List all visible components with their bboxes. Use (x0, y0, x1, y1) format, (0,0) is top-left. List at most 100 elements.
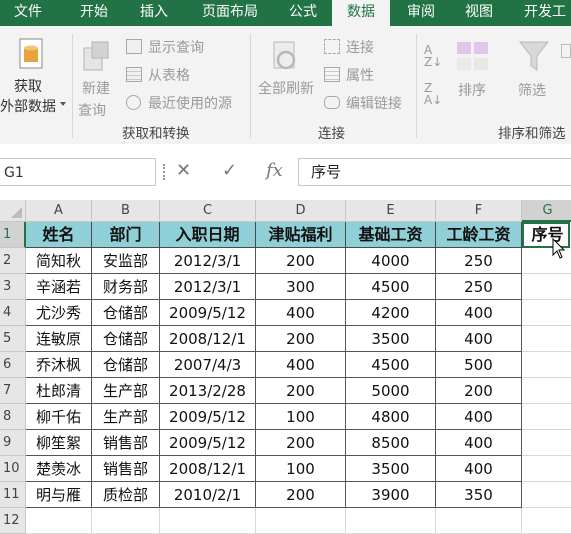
table-cell-name[interactable]: 杜郎清 (26, 378, 92, 404)
filter-button[interactable]: 筛选 (510, 30, 560, 120)
table-cell-serial[interactable] (522, 326, 571, 352)
table-cell-name[interactable]: 楚羡冰 (26, 456, 92, 482)
row-header-11[interactable]: 11 (0, 482, 26, 508)
from-table-button[interactable]: 从表格 (126, 65, 226, 85)
table-cell-base-salary[interactable]: 4000 (346, 248, 436, 274)
table-cell-serial[interactable] (522, 404, 571, 430)
table-cell-allowance[interactable]: 400 (256, 300, 346, 326)
table-cell-partial[interactable] (436, 508, 522, 534)
select-all-corner[interactable] (0, 200, 26, 222)
edit-links-button[interactable]: 编辑链接 (324, 93, 414, 113)
row-header-12[interactable]: 12 (0, 508, 26, 534)
table-cell-dept[interactable]: 财务部 (92, 274, 160, 300)
table-cell-name[interactable]: 辛涵若 (26, 274, 92, 300)
tab-view[interactable]: 视图 (452, 0, 506, 26)
table-cell-hire-date[interactable]: 2007/4/3 (160, 352, 256, 378)
tab-developer[interactable]: 开发工 (512, 0, 571, 26)
table-cell-base-salary[interactable]: 8500 (346, 430, 436, 456)
table-cell-dept[interactable]: 质检部 (92, 482, 160, 508)
column-header-e[interactable]: E (346, 200, 436, 222)
table-cell-seniority-pay[interactable]: 400 (436, 300, 522, 326)
table-cell-name[interactable]: 连敏原 (26, 326, 92, 352)
table-cell-partial[interactable] (26, 508, 92, 534)
header-cell-base-salary[interactable]: 基础工资 (346, 222, 436, 248)
tab-file[interactable]: 文件 (0, 0, 56, 26)
table-cell-seniority-pay[interactable]: 250 (436, 248, 522, 274)
table-cell-partial[interactable] (160, 508, 256, 534)
column-header-g[interactable]: G (522, 200, 571, 222)
refresh-all-button[interactable]: 全部刷新 (254, 30, 320, 120)
cancel-icon[interactable]: ✕ (176, 160, 191, 181)
column-header-f[interactable]: F (436, 200, 522, 222)
table-cell-hire-date[interactable]: 2009/5/12 (160, 404, 256, 430)
tab-insert[interactable]: 插入 (126, 0, 182, 26)
get-external-data-button[interactable]: 获取 外部数据 (0, 30, 70, 120)
column-header-b[interactable]: B (92, 200, 160, 222)
table-cell-allowance[interactable]: 100 (256, 456, 346, 482)
row-header-5[interactable]: 5 (0, 326, 26, 352)
enter-icon[interactable]: ✓ (222, 160, 237, 181)
table-cell-base-salary[interactable]: 4200 (346, 300, 436, 326)
table-cell-allowance[interactable]: 100 (256, 404, 346, 430)
table-cell-serial[interactable] (522, 430, 571, 456)
table-cell-hire-date[interactable]: 2012/3/1 (160, 274, 256, 300)
row-header-9[interactable]: 9 (0, 430, 26, 456)
table-cell-seniority-pay[interactable]: 200 (436, 378, 522, 404)
header-cell-hire-date[interactable]: 入职日期 (160, 222, 256, 248)
table-cell-seniority-pay[interactable]: 500 (436, 352, 522, 378)
table-cell-serial[interactable] (522, 482, 571, 508)
tab-home[interactable]: 开始 (66, 0, 122, 26)
table-cell-dept[interactable]: 销售部 (92, 430, 160, 456)
table-cell-serial[interactable] (522, 274, 571, 300)
row-header-2[interactable]: 2 (0, 248, 26, 274)
row-header-7[interactable]: 7 (0, 378, 26, 404)
table-cell-allowance[interactable]: 400 (256, 352, 346, 378)
table-cell-serial[interactable] (522, 456, 571, 482)
table-cell-hire-date[interactable]: 2008/12/1 (160, 326, 256, 352)
table-cell-allowance[interactable]: 200 (256, 248, 346, 274)
header-cell-name[interactable]: 姓名 (26, 222, 92, 248)
table-cell-allowance[interactable]: 200 (256, 482, 346, 508)
new-query-button[interactable]: 新建 查询 (74, 30, 122, 120)
table-cell-base-salary[interactable]: 4800 (346, 404, 436, 430)
filter-clear-icon[interactable] (561, 44, 571, 58)
table-cell-hire-date[interactable]: 2009/5/12 (160, 430, 256, 456)
table-cell-partial[interactable] (346, 508, 436, 534)
table-cell-name[interactable]: 尤沙秀 (26, 300, 92, 326)
table-cell-name[interactable]: 简知秋 (26, 248, 92, 274)
table-cell-serial[interactable] (522, 352, 571, 378)
properties-button[interactable]: 属性 (324, 65, 394, 85)
table-cell-partial[interactable] (522, 508, 571, 534)
table-cell-dept[interactable]: 仓储部 (92, 300, 160, 326)
column-header-a[interactable]: A (26, 200, 92, 222)
row-header-6[interactable]: 6 (0, 352, 26, 378)
table-cell-hire-date[interactable]: 2012/3/1 (160, 248, 256, 274)
sort-button[interactable]: 排序 (448, 30, 498, 120)
table-cell-allowance[interactable]: 200 (256, 430, 346, 456)
insert-function-icon[interactable]: fx (266, 160, 283, 181)
row-header-1[interactable]: 1 (0, 222, 26, 248)
header-cell-dept[interactable]: 部门 (92, 222, 160, 248)
table-cell-base-salary[interactable]: 3500 (346, 456, 436, 482)
table-cell-seniority-pay[interactable]: 400 (436, 456, 522, 482)
table-cell-allowance[interactable]: 200 (256, 378, 346, 404)
row-header-10[interactable]: 10 (0, 456, 26, 482)
row-header-3[interactable]: 3 (0, 274, 26, 300)
table-cell-seniority-pay[interactable]: 400 (436, 326, 522, 352)
table-cell-base-salary[interactable]: 4500 (346, 352, 436, 378)
tab-review[interactable]: 审阅 (394, 0, 448, 26)
tab-formulas[interactable]: 公式 (276, 0, 330, 26)
table-cell-dept[interactable]: 生产部 (92, 378, 160, 404)
sort-az-icon[interactable]: A Z↓ (424, 44, 442, 68)
connections-button[interactable]: 连接 (324, 37, 394, 57)
table-cell-seniority-pay[interactable]: 350 (436, 482, 522, 508)
table-cell-allowance[interactable]: 300 (256, 274, 346, 300)
table-cell-base-salary[interactable]: 3500 (346, 326, 436, 352)
sort-za-icon[interactable]: Z A↓ (424, 82, 442, 106)
table-cell-seniority-pay[interactable]: 400 (436, 404, 522, 430)
table-cell-dept[interactable]: 生产部 (92, 404, 160, 430)
table-cell-hire-date[interactable]: 2009/5/12 (160, 300, 256, 326)
name-box-resize-icon[interactable] (163, 164, 167, 180)
table-cell-base-salary[interactable]: 4500 (346, 274, 436, 300)
table-cell-dept[interactable]: 安监部 (92, 248, 160, 274)
